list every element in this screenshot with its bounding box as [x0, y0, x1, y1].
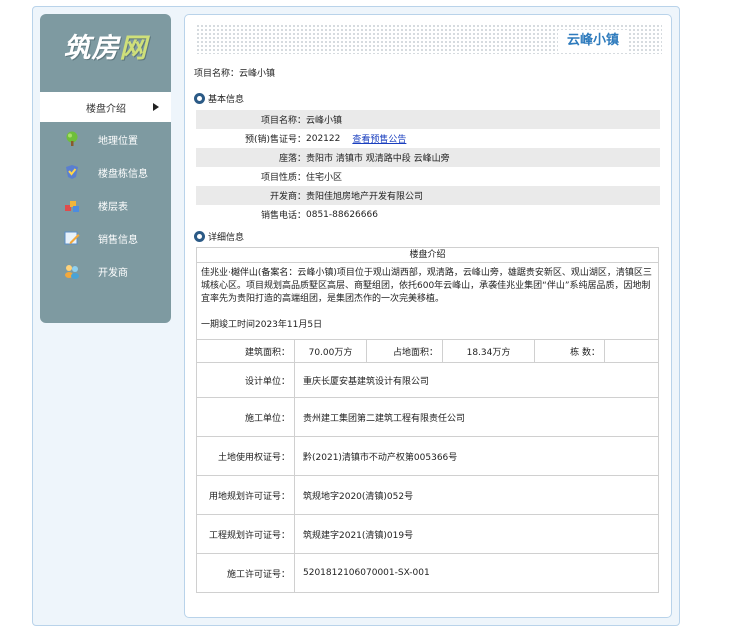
detail-row: 设计单位： 重庆长厦安基建筑设计有限公司: [197, 363, 658, 398]
info-value: 贵阳市 清镇市 观清路中段 云峰山旁: [306, 154, 450, 164]
detail-row: 施工单位： 贵州建工集团第二建筑工程有限责任公司: [197, 398, 658, 437]
detail-row: 土地使用权证号： 黔(2021)清镇市不动产权第005366号: [197, 437, 658, 476]
info-row: 座落： 贵阳市 清镇市 观清路中段 云峰山旁: [196, 148, 660, 167]
badge-icon: [66, 165, 78, 179]
detail-key: 设计单位：: [197, 363, 295, 397]
logo-text-accent: 网: [119, 32, 148, 64]
detail-row: 施工许可证号： 5201812106070001-SX-001: [197, 554, 658, 592]
info-key: 座落：: [278, 154, 306, 164]
info-row: 开发商： 贵阳佳旭房地产开发有限公司: [196, 186, 660, 205]
sidebar-item-developer[interactable]: 开发商: [40, 256, 171, 286]
people-icon: [65, 265, 79, 279]
basic-info-table: 项目名称： 云峰小镇 预(销)售证号： 202122 查看预售公告 座落： 贵阳…: [196, 110, 660, 224]
land-area-value: 18.34万方: [443, 340, 535, 362]
detail-key: 施工单位：: [197, 398, 295, 436]
info-key: 预(销)售证号：: [244, 135, 306, 145]
detail-value: 贵州建工集团第二建筑工程有限责任公司: [303, 413, 466, 424]
info-value: 住宅小区: [306, 173, 343, 183]
detail-table-title: 楼盘介绍: [197, 248, 658, 263]
sidebar-item-intro[interactable]: 楼盘介绍: [40, 92, 171, 122]
pencil-icon: [64, 231, 80, 245]
land-area-label: 占地面积：: [367, 340, 443, 362]
info-row: 销售电话： 0851-88626666: [196, 205, 660, 224]
blocks-icon: [65, 201, 79, 212]
detail-table: 楼盘介绍 佳兆业·樾伴山(备案名：云峰小镇)项目位于观山湖西部，观清路，云峰山旁…: [196, 247, 659, 593]
sidebar-item-floors[interactable]: 楼层表: [40, 190, 171, 220]
info-row: 预(销)售证号： 202122 查看预售公告: [196, 129, 660, 148]
detail-value: 筑规建字2021(清镇)019号: [303, 530, 414, 541]
sidebar-item-label: 销售信息: [98, 235, 138, 246]
area-row: 建筑面积： 70.00万方 占地面积： 18.34万方 栋 数：: [197, 340, 658, 363]
info-value: 0851-88626666: [306, 209, 378, 220]
detail-value: 重庆长厦安基建筑设计有限公司: [303, 376, 430, 387]
info-value: 202122: [306, 133, 341, 144]
building-count-value: [605, 340, 658, 362]
section-title: 基本信息: [208, 94, 245, 105]
info-key: 项目性质：: [260, 173, 306, 183]
sidebar-item-location[interactable]: 地理位置: [40, 124, 171, 154]
project-name-line: 项目名称：云峰小镇: [194, 69, 276, 79]
completion-date: 一期竣工时间2023年11月5日: [201, 320, 323, 330]
info-value: 贵阳佳旭房地产开发有限公司: [306, 192, 424, 202]
info-value: 云峰小镇: [306, 116, 343, 126]
sidebar-item-label: 开发商: [98, 268, 128, 279]
building-count-label: 栋 数：: [535, 340, 605, 362]
info-key: 销售电话：: [260, 211, 306, 221]
detail-row: 工程规划许可证号： 筑规建字2021(清镇)019号: [197, 515, 658, 554]
site-logo[interactable]: 筑房网: [40, 14, 171, 76]
detail-key: 工程规划许可证号：: [197, 515, 295, 553]
basic-info-heading: 基本信息: [194, 91, 244, 105]
sidebar-item-sales[interactable]: 销售信息: [40, 223, 171, 253]
detail-key: 施工许可证号：: [197, 554, 295, 592]
logo-text: 筑房: [63, 32, 120, 64]
info-key: 项目名称：: [260, 116, 306, 126]
page-title: 云峰小镇: [558, 30, 628, 52]
detail-value: 黔(2021)清镇市不动产权第005366号: [303, 452, 458, 463]
build-area-value: 70.00万方: [295, 340, 367, 362]
bullet-icon: [194, 92, 205, 104]
sidebar-item-label: 楼层表: [98, 202, 128, 213]
detail-value: 筑规地字2020(清镇)052号: [303, 491, 414, 502]
detail-key: 用地规划许可证号：: [197, 476, 295, 514]
sidebar-item-label: 楼盘介绍: [86, 103, 126, 115]
detail-info-heading: 详细信息: [194, 229, 244, 243]
section-title: 详细信息: [208, 232, 245, 243]
view-presale-link[interactable]: 查看预售公告: [352, 132, 406, 145]
sidebar: 筑房网 楼盘介绍 地理位置 楼盘栋信息 楼层表 销售信息 开发商: [40, 14, 171, 323]
detail-value: 5201812106070001-SX-001: [303, 568, 430, 578]
bullet-icon: [194, 230, 205, 242]
tree-icon: [66, 131, 78, 146]
sidebar-item-label: 楼盘栋信息: [98, 169, 148, 180]
sidebar-item-buildings[interactable]: 楼盘栋信息: [40, 157, 171, 187]
description-text: 佳兆业·樾伴山(备案名：云峰小镇)项目位于观山湖西部，观清路，云峰山旁，雄踞贵安…: [201, 268, 652, 304]
info-row: 项目性质： 住宅小区: [196, 167, 660, 186]
project-description: 佳兆业·樾伴山(备案名：云峰小镇)项目位于观山湖西部，观清路，云峰山旁，雄踞贵安…: [197, 263, 658, 340]
sidebar-item-label: 地理位置: [98, 136, 138, 147]
info-row: 项目名称： 云峰小镇: [196, 110, 660, 129]
arrow-right-icon: [153, 103, 159, 111]
detail-row: 用地规划许可证号： 筑规地字2020(清镇)052号: [197, 476, 658, 515]
detail-key: 土地使用权证号：: [197, 437, 295, 475]
info-key: 开发商：: [269, 192, 306, 202]
build-area-label: 建筑面积：: [197, 340, 295, 362]
